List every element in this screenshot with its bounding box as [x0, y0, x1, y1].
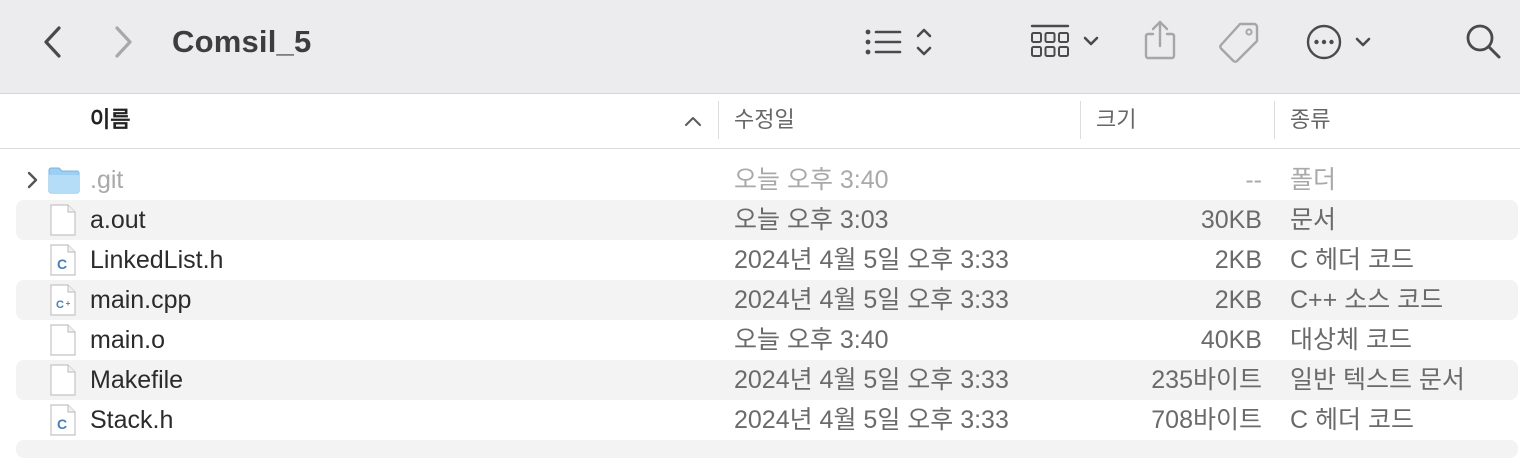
- file-date: 2024년 4월 5일 오후 3:33: [734, 246, 1009, 274]
- file-name: .git: [90, 166, 124, 194]
- file-row-git[interactable]: .git 오늘 오후 3:40 -- 폴더: [16, 160, 1518, 200]
- file-size: 30KB: [1200, 206, 1262, 234]
- file-kind: 문서: [1290, 206, 1337, 234]
- file-row-makefile[interactable]: Makefile 2024년 4월 5일 오후 3:33 235바이트 일반 텍…: [16, 360, 1518, 400]
- c-header-file-icon: C: [50, 404, 76, 436]
- window-title: Comsil_5: [172, 24, 312, 59]
- svg-text:+: +: [66, 299, 71, 308]
- file-row-linkedlist-h[interactable]: C LinkedList.h 2024년 4월 5일 오후 3:33 2KB C…: [16, 240, 1518, 280]
- file-size: 708바이트: [1151, 406, 1262, 434]
- column-date-modified[interactable]: 수정일: [734, 95, 795, 148]
- document-icon: [50, 204, 76, 236]
- more-actions-button[interactable]: [1304, 20, 1376, 64]
- file-date: 2024년 4월 5일 오후 3:33: [734, 366, 1009, 394]
- file-name: main.o: [90, 326, 166, 354]
- file-date: 2024년 4월 5일 오후 3:33: [734, 406, 1009, 434]
- file-size: 235바이트: [1151, 366, 1262, 394]
- cpp-source-file-icon: C +: [50, 284, 76, 316]
- tag-button[interactable]: [1216, 20, 1262, 64]
- forward-button[interactable]: [106, 22, 140, 62]
- column-kind[interactable]: 종류: [1290, 95, 1330, 148]
- chevron-left-icon: [44, 26, 61, 58]
- toolbar: Comsil_5: [0, 0, 1520, 94]
- file-date: 2024년 4월 5일 오후 3:33: [734, 286, 1009, 314]
- column-divider[interactable]: [1274, 101, 1275, 139]
- file-size: 40KB: [1200, 326, 1262, 354]
- file-size: 2KB: [1214, 246, 1262, 274]
- column-divider[interactable]: [718, 101, 719, 139]
- document-icon: [50, 324, 76, 356]
- svg-text:C: C: [57, 416, 67, 432]
- c-header-file-icon: C: [50, 244, 76, 276]
- document-icon: [50, 364, 76, 396]
- column-header: 이름 수정일 크기 종류: [0, 95, 1520, 149]
- file-name: LinkedList.h: [90, 246, 224, 274]
- file-row-main-o[interactable]: main.o 오늘 오후 3:40 40KB 대상체 코드: [16, 320, 1518, 360]
- svg-text:C: C: [56, 299, 64, 311]
- view-mode-button[interactable]: [860, 22, 940, 62]
- tag-icon: [1219, 22, 1259, 63]
- folder-icon: [48, 167, 80, 194]
- chevron-right-icon: [115, 26, 132, 58]
- finder-window: Comsil_5 이름 수정일 크기 종류 .git 오늘 오후 3:40 --…: [0, 0, 1520, 458]
- back-button[interactable]: [36, 22, 70, 62]
- file-name: Stack.h: [90, 406, 174, 434]
- file-name: main.cpp: [90, 286, 192, 314]
- file-row-main-cpp[interactable]: C + main.cpp 2024년 4월 5일 오후 3:33 2KB C++…: [16, 280, 1518, 320]
- file-size: 2KB: [1214, 286, 1262, 314]
- file-row-stack-h[interactable]: C Stack.h 2024년 4월 5일 오후 3:33 708바이트 C 헤…: [16, 400, 1518, 440]
- file-kind: C 헤더 코드: [1290, 406, 1414, 434]
- file-date: 오늘 오후 3:40: [734, 166, 889, 194]
- file-kind: C 헤더 코드: [1290, 246, 1414, 274]
- file-kind: C++ 소스 코드: [1290, 286, 1444, 314]
- column-size[interactable]: 크기: [1096, 95, 1136, 148]
- file-kind: 대상체 코드: [1290, 326, 1412, 354]
- file-kind: 일반 텍스트 문서: [1290, 366, 1465, 394]
- svg-text:C: C: [57, 256, 67, 272]
- share-button[interactable]: [1140, 18, 1180, 64]
- search-icon: [1466, 24, 1501, 59]
- list-view-icon: [865, 28, 932, 56]
- file-row-a-out[interactable]: a.out 오늘 오후 3:03 30KB 문서: [16, 200, 1518, 240]
- search-button[interactable]: [1462, 20, 1506, 64]
- file-date: 오늘 오후 3:40: [734, 326, 889, 354]
- file-date: 오늘 오후 3:03: [734, 206, 889, 234]
- sort-ascending-icon[interactable]: [682, 110, 704, 132]
- ellipsis-circle-icon: [1306, 24, 1371, 60]
- file-name: a.out: [90, 206, 146, 234]
- grid-group-icon: [1030, 24, 1099, 57]
- empty-row: [16, 440, 1518, 458]
- group-button[interactable]: [1028, 20, 1104, 64]
- disclosure-triangle-icon[interactable]: [24, 170, 42, 190]
- share-icon: [1144, 20, 1176, 60]
- column-divider[interactable]: [1080, 101, 1081, 139]
- file-name: Makefile: [90, 366, 184, 394]
- file-size: --: [1245, 166, 1262, 194]
- file-kind: 폴더: [1290, 166, 1337, 194]
- column-name[interactable]: 이름: [90, 95, 130, 148]
